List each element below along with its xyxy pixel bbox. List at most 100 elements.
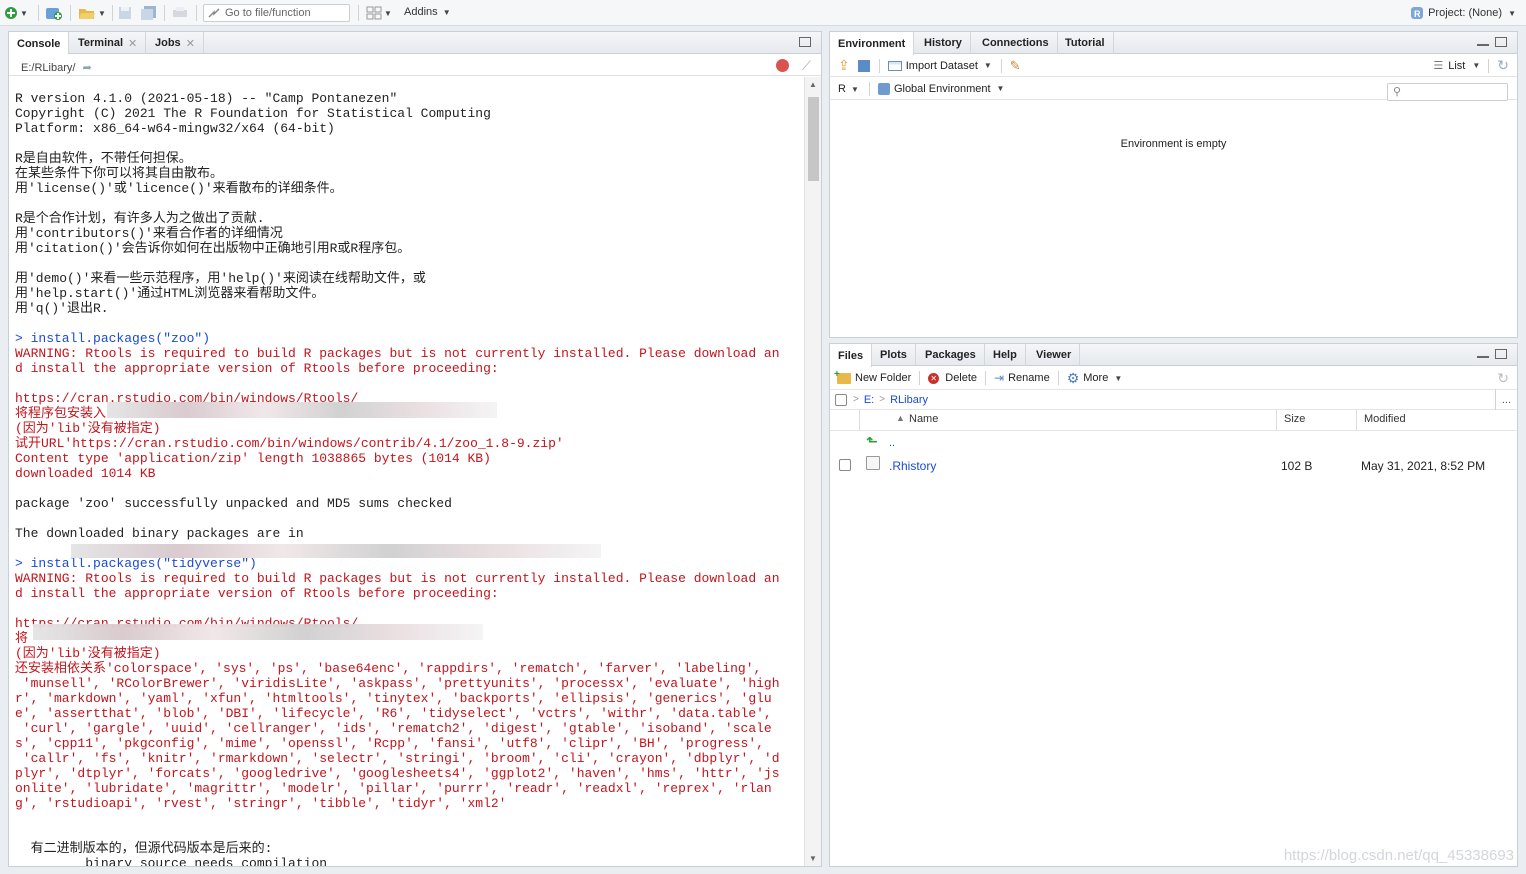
- project-menu[interactable]: R Project: (None) ▼: [1410, 6, 1516, 20]
- scrollbar-thumb[interactable]: [808, 97, 819, 181]
- new-project-button[interactable]: [45, 3, 63, 23]
- addins-menu[interactable]: Addins ▼: [404, 6, 451, 18]
- maximize-icon[interactable]: [1495, 37, 1507, 47]
- language-label: R: [838, 82, 846, 95]
- save-all-icon: [141, 6, 156, 20]
- tab-terminal[interactable]: Terminal ✕: [70, 32, 147, 54]
- tab-help[interactable]: Help: [985, 344, 1026, 366]
- sort-ascending-icon: ▲: [896, 413, 905, 423]
- tab-tutorial[interactable]: Tutorial: [1057, 32, 1114, 54]
- goto-directory-icon[interactable]: ➦: [82, 62, 91, 74]
- chevron-down-icon: ▼: [442, 8, 451, 17]
- tab-jobs[interactable]: Jobs ✕: [147, 32, 204, 54]
- open-file-button[interactable]: ▼: [78, 3, 106, 23]
- file-row[interactable]: .Rhistory 102 B May 31, 2021, 8:52 PM: [830, 454, 1517, 476]
- goto-arrow-icon: [208, 8, 220, 18]
- home-icon[interactable]: >: [853, 394, 859, 405]
- new-folder-button[interactable]: + New Folder: [834, 369, 912, 385]
- new-file-icon: [5, 7, 17, 19]
- new-file-button[interactable]: ▼: [4, 3, 28, 23]
- scroll-down-icon[interactable]: ▼: [809, 854, 817, 863]
- save-workspace-icon[interactable]: [857, 59, 870, 72]
- tab-environment[interactable]: Environment: [830, 32, 915, 55]
- parent-directory-row[interactable]: ⬑ ..: [830, 432, 1517, 454]
- print-icon: [173, 7, 187, 17]
- load-workspace-icon[interactable]: ⇪: [838, 57, 850, 74]
- name-column-header[interactable]: ▲ Name: [860, 410, 1277, 430]
- tab-connections[interactable]: Connections: [974, 32, 1058, 54]
- delete-button[interactable]: ✕ Delete: [928, 372, 977, 384]
- save-button[interactable]: [118, 3, 132, 23]
- breadcrumb-drive[interactable]: E:: [864, 394, 874, 406]
- environment-search-input[interactable]: ⚲: [1387, 83, 1508, 101]
- refresh-icon[interactable]: ↻: [1497, 370, 1509, 387]
- scroll-up-icon[interactable]: ▲: [809, 80, 817, 89]
- stop-icon[interactable]: [776, 59, 789, 72]
- size-column-header[interactable]: Size: [1277, 410, 1357, 430]
- list-view-button[interactable]: ☰ List ▼: [1433, 59, 1480, 73]
- minimize-icon[interactable]: [1477, 43, 1489, 46]
- maximize-icon[interactable]: [1495, 349, 1507, 359]
- import-dataset-button[interactable]: Import Dataset ▼: [887, 60, 992, 72]
- language-select[interactable]: R ▼: [838, 83, 859, 95]
- layout-button[interactable]: ▼: [366, 3, 392, 23]
- save-all-button[interactable]: [141, 3, 157, 23]
- console-line: The downloaded binary packages are in: [15, 526, 304, 541]
- environment-tabbar: Environment History Connections Tutorial: [830, 32, 1517, 55]
- file-size: 102 B: [1281, 459, 1313, 473]
- goto-file-function-input[interactable]: Go to file/function: [203, 4, 350, 22]
- console-line: R是个合作计划，有许多人为之做出了贡献.: [15, 211, 265, 226]
- file-name-link[interactable]: .Rhistory: [889, 459, 936, 473]
- breadcrumb-folder[interactable]: RLibary: [890, 394, 928, 406]
- svg-text:R: R: [1414, 9, 1421, 19]
- tab-history[interactable]: History: [916, 32, 971, 54]
- rename-button[interactable]: ⇥ Rename: [994, 371, 1050, 385]
- more-button[interactable]: ⚙ More ▼: [1067, 370, 1123, 387]
- tab-plots[interactable]: Plots: [872, 344, 916, 366]
- console-working-directory[interactable]: E:/RLibary/ ➦: [9, 54, 821, 76]
- global-environment-select[interactable]: Global Environment ▼: [877, 82, 1004, 95]
- console-line: d install the appropriate version of Rto…: [15, 586, 499, 601]
- console-line: Content type 'application/zip' length 10…: [15, 451, 491, 466]
- chevron-down-icon: ▼: [983, 61, 992, 70]
- file-row-checkbox[interactable]: [839, 459, 851, 471]
- modified-column-header[interactable]: Modified: [1357, 410, 1518, 430]
- close-icon[interactable]: ✕: [186, 37, 195, 50]
- restore-icon[interactable]: [799, 37, 811, 47]
- new-folder-label: New Folder: [855, 372, 912, 384]
- console-line: r', 'markdown', 'yaml', 'xfun', 'htmltoo…: [15, 691, 772, 706]
- console-line: 'curl', 'gargle', 'uuid', 'cellranger', …: [15, 721, 772, 736]
- environment-toolbar: ⇪ Import Dataset ▼ ✎ ☰ List ▼ ↻: [830, 55, 1517, 77]
- breadcrumb-separator: >: [879, 394, 886, 405]
- refresh-icon[interactable]: ↻: [1497, 57, 1509, 74]
- select-all-checkbox[interactable]: [835, 393, 847, 406]
- global-environment-label: Global Environment: [893, 82, 991, 95]
- tab-label: Files: [838, 349, 864, 362]
- files-breadcrumb: > E: > RLibary ...: [830, 389, 1517, 410]
- console-window-controls: [799, 37, 811, 47]
- clear-objects-icon[interactable]: ✎: [1010, 58, 1021, 74]
- tab-viewer[interactable]: Viewer: [1028, 344, 1081, 366]
- minimize-icon[interactable]: [1477, 355, 1489, 358]
- environment-icon: [877, 82, 890, 95]
- close-icon[interactable]: ✕: [128, 37, 137, 50]
- go-to-directory-button[interactable]: ...: [1502, 394, 1511, 406]
- working-directory-path: E:/RLibary/: [21, 62, 76, 74]
- tab-packages[interactable]: Packages: [917, 344, 985, 366]
- clear-console-icon[interactable]: ⟋: [802, 58, 811, 74]
- new-folder-icon: +: [834, 369, 851, 384]
- console-scrollbar[interactable]: ▲ ▼: [804, 77, 821, 866]
- tab-console[interactable]: Console: [9, 32, 70, 55]
- console-line: R version 4.1.0 (2021-05-18) -- "Camp Po…: [15, 91, 398, 106]
- console-output[interactable]: R version 4.1.0 (2021-05-18) -- "Camp Po…: [9, 77, 804, 866]
- save-icon: [119, 7, 131, 19]
- more-label: More: [1083, 372, 1109, 384]
- environment-pane: Environment History Connections Tutorial…: [829, 31, 1518, 338]
- parent-directory-link[interactable]: ..: [889, 437, 895, 449]
- tab-files[interactable]: Files: [830, 344, 873, 367]
- watermark: https://blog.csdn.net/qq_45338693: [1283, 847, 1514, 864]
- print-button[interactable]: [172, 3, 188, 23]
